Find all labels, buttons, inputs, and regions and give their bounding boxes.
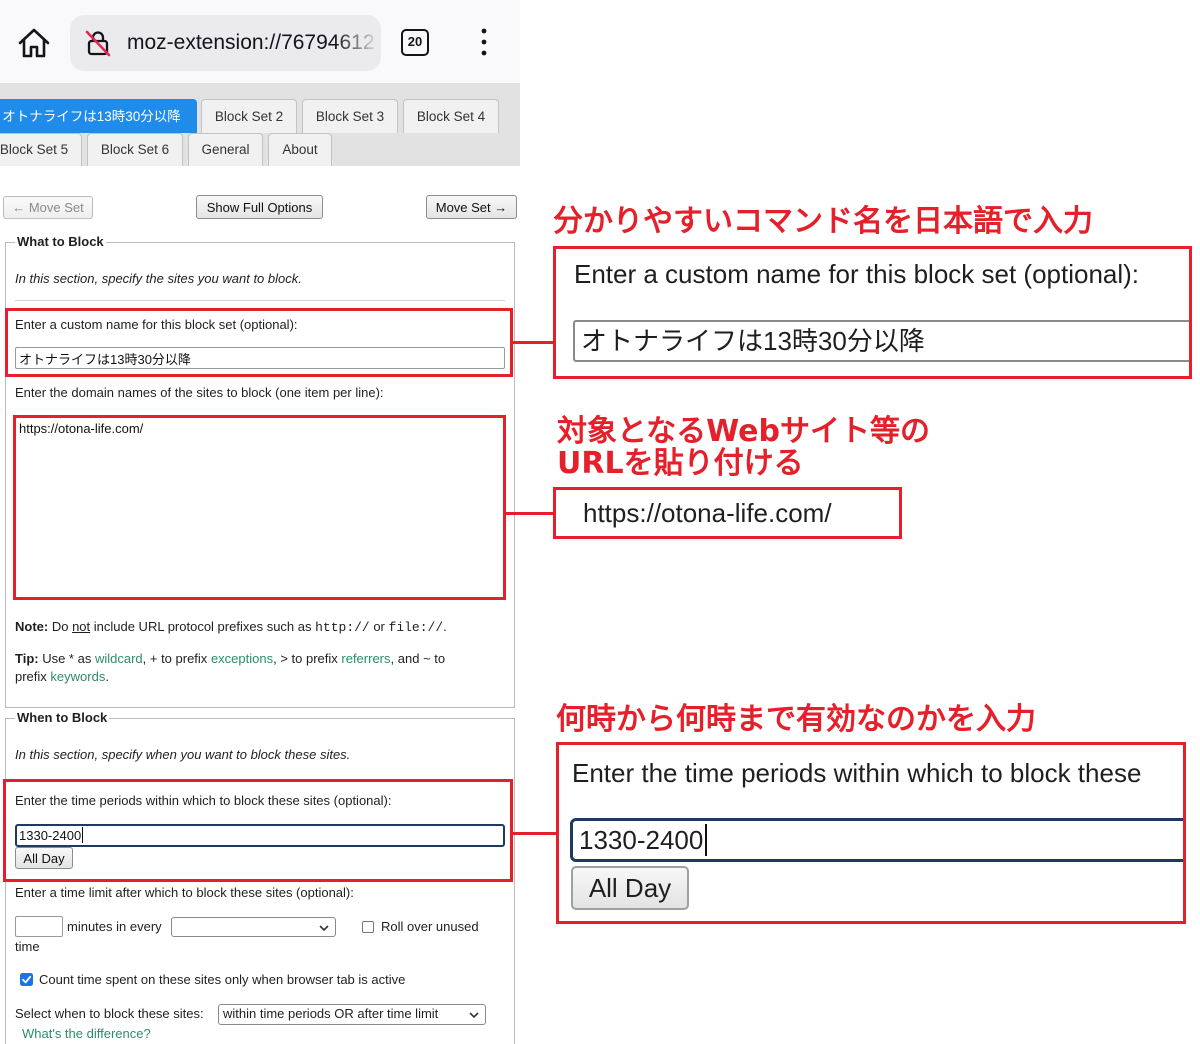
connector-line-url	[506, 512, 553, 515]
what-to-block-intro: In this section, specify the sites you w…	[15, 271, 302, 286]
zoom-url-value: https://otona-life.com/	[583, 498, 832, 528]
note-part: or	[369, 619, 389, 634]
tab-block-set-3[interactable]: Block Set 3	[302, 99, 398, 133]
url-bar[interactable]: moz-extension://76794612	[70, 15, 381, 71]
referrers-link[interactable]: referrers	[341, 651, 390, 666]
wildcard-link[interactable]: wildcard	[95, 651, 143, 666]
note-text: Note: Do not include URL protocol prefix…	[15, 619, 447, 636]
move-set-prev-button[interactable]: ← Move Set	[3, 196, 93, 219]
sites-label: Enter the domain names of the sites to b…	[15, 385, 384, 400]
annotation-caption-url-line1: 対象となるWebサイト等の	[557, 414, 930, 449]
connector-line-time	[513, 832, 556, 835]
zoom-name-value: オトナライフは13時30分以降	[581, 326, 925, 356]
section-divider	[15, 300, 505, 301]
note-emphasis: not	[72, 619, 91, 634]
home-button[interactable]	[15, 24, 53, 62]
browser-toolbar: moz-extension://76794612 20	[0, 0, 520, 83]
zoom-callout-time: Enter the time periods within which to b…	[556, 742, 1186, 924]
tab-general[interactable]: General	[188, 133, 263, 166]
home-icon	[18, 28, 50, 58]
kebab-menu-icon[interactable]	[476, 26, 492, 60]
tab-block-set-6[interactable]: Block Set 6	[87, 133, 183, 166]
tip-text: Tip: Use * as wildcard, + to prefix exce…	[15, 650, 480, 686]
time-limit-label: Enter a time limit after which to block …	[15, 885, 354, 900]
roll-over-label: Roll over unused time	[15, 919, 479, 954]
tab-count: 20	[407, 34, 423, 49]
tab-block-set-2[interactable]: Block Set 2	[201, 99, 297, 133]
select-when-label: Select when to block these sites:	[15, 1006, 204, 1021]
zoom-callout-name: Enter a custom name for this block set (…	[553, 246, 1192, 379]
whats-the-difference-link[interactable]: What's the difference?	[22, 1026, 151, 1042]
tab-block-set-5[interactable]: Block Set 5	[0, 133, 82, 166]
zoom-time-label: Enter the time periods within which to b…	[572, 758, 1142, 788]
tip-part: , + to prefix	[142, 651, 211, 666]
what-to-block-legend: What to Block	[15, 234, 106, 250]
note-part: include URL protocol prefixes such as	[90, 619, 316, 634]
tab-label: オトナライフは13時30分以降	[2, 109, 181, 124]
tab-label: Block Set 6	[100, 142, 170, 157]
note-part: .	[443, 619, 447, 634]
move-set-next-button[interactable]: Move Set →	[426, 195, 517, 219]
when-to-block-intro: In this section, specify when you want t…	[15, 747, 351, 762]
tab-label: About	[282, 142, 318, 157]
zoom-all-day-label: All Day	[588, 873, 672, 903]
highlight-sites-field	[13, 415, 506, 600]
keywords-link[interactable]: keywords	[50, 669, 105, 684]
tip-label: Tip:	[15, 651, 39, 666]
count-active-label: Count time spent on these sites only whe…	[39, 972, 406, 987]
zoom-name-input: オトナライフは13時30分以降	[573, 320, 1189, 362]
zoom-all-day-button: All Day	[571, 866, 689, 910]
highlight-name-field	[5, 308, 513, 377]
zoom-callout-url: https://otona-life.com/	[553, 487, 902, 539]
tab-label: Block Set 2	[214, 109, 284, 124]
insecure-lock-icon[interactable]	[83, 28, 113, 58]
highlight-time-field	[3, 779, 513, 882]
select-when-dropdown[interactable]: within time periods OR after time limit	[218, 1004, 486, 1025]
show-full-options-button[interactable]: Show Full Options	[196, 195, 323, 219]
tab-block-set-4[interactable]: Block Set 4	[403, 99, 499, 133]
when-to-block-legend: When to Block	[15, 710, 110, 726]
tab-strip: オトナライフは13時30分以降 Block Set 2 Block Set 3 …	[0, 83, 520, 166]
note-code: http://	[315, 620, 370, 635]
select-when-value: within time periods OR after time limit	[223, 1006, 439, 1021]
tip-part: .	[105, 669, 109, 684]
tab-label: Block Set 4	[416, 109, 486, 124]
tab-about[interactable]: About	[268, 133, 332, 166]
tab-label: Block Set 5	[0, 142, 69, 157]
chevron-down-icon	[469, 1012, 479, 1019]
annotation-caption-name: 分かりやすいコマンド名を日本語で入力	[553, 204, 1093, 239]
count-active-checkbox[interactable]	[20, 973, 33, 986]
tab-counter-button[interactable]: 20	[401, 29, 429, 56]
tab-block-set-1[interactable]: オトナライフは13時30分以降	[0, 99, 197, 133]
annotation-caption-url-line2: URLを貼り付ける	[557, 446, 804, 481]
zoom-time-input: 1330-2400	[570, 818, 1183, 862]
tab-label: General	[201, 142, 250, 157]
connector-line-name	[513, 341, 553, 344]
annotation-caption-time: 何時から何時まで有効なのかを入力	[556, 702, 1036, 737]
exceptions-link[interactable]: exceptions	[211, 651, 273, 666]
tip-part: , > to prefix	[273, 651, 342, 666]
zoom-text-caret	[705, 824, 707, 856]
tip-part: Use * as	[38, 651, 95, 666]
note-code: file://	[388, 620, 444, 635]
zoom-name-label: Enter a custom name for this block set (…	[574, 259, 1140, 289]
tab-label: Block Set 3	[315, 109, 385, 124]
note-part: Do	[48, 619, 73, 634]
note-label: Note:	[15, 619, 49, 634]
zoom-time-value: 1330-2400	[579, 825, 704, 855]
url-text: moz-extension://76794612	[127, 31, 375, 54]
